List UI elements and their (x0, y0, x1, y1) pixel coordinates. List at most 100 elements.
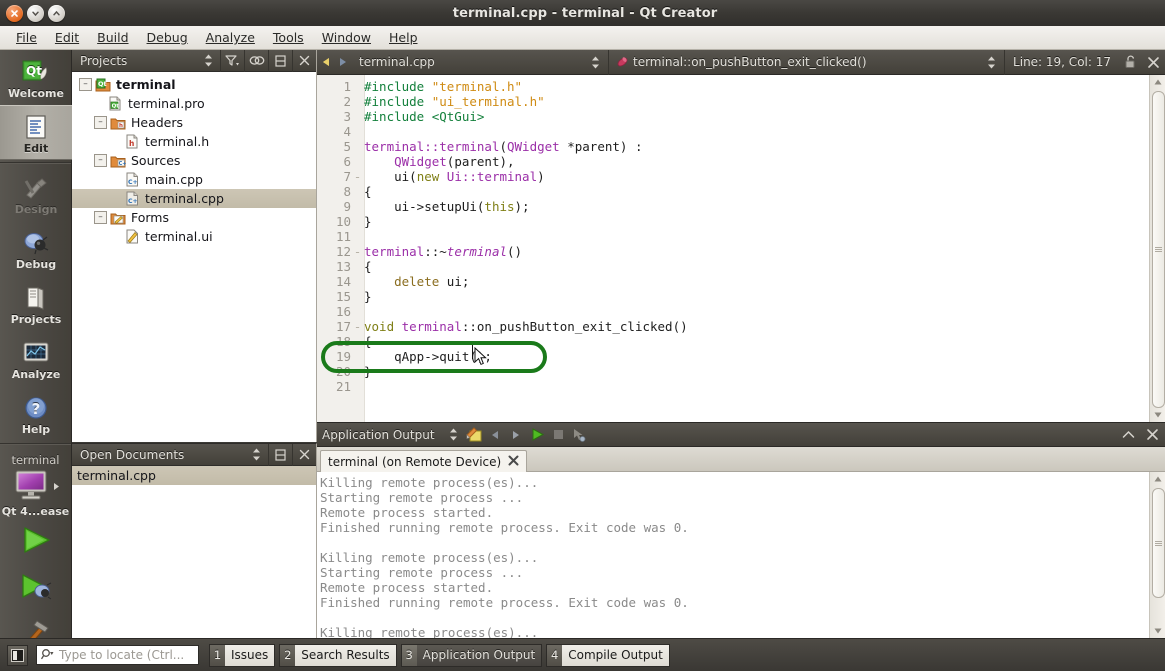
output-button-compile-output[interactable]: 4 Compile Output (546, 643, 670, 667)
tree-item-main-cpp[interactable]: C+ main.cpp (72, 170, 316, 189)
output-text-area[interactable]: Killing remote process(es)... Starting r… (317, 472, 1165, 638)
chevron-up-icon (53, 10, 60, 15)
close-icon[interactable] (292, 49, 316, 72)
menu-analyze[interactable]: Analyze (197, 28, 264, 47)
menu-tools[interactable]: Tools (264, 28, 313, 47)
source-code[interactable]: 1 #include "terminal.h" 2 #include "ui_ter… (317, 75, 688, 394)
window-close-button[interactable] (6, 4, 23, 22)
window-maximize-button[interactable] (48, 4, 65, 22)
output-scrollbar[interactable] (1149, 472, 1165, 638)
tree-item-terminal[interactable]: – Qt terminal (72, 75, 316, 94)
nav-forward-icon[interactable] (334, 50, 351, 75)
scroll-up-arrow-icon[interactable] (1150, 472, 1165, 486)
mode-edit[interactable]: Edit (0, 105, 72, 160)
clear-output-icon[interactable] (464, 422, 485, 447)
tree-item-terminal-h[interactable]: h terminal.h (72, 132, 316, 151)
svg-text:h: h (119, 123, 123, 129)
output-button-number: 2 (280, 644, 296, 666)
chevron-updown-icon (591, 56, 600, 69)
output-scrollbar-thumb[interactable] (1152, 488, 1165, 598)
editor-toolbar: terminal.cpp terminal::on_pushButton_exi… (317, 49, 1165, 75)
tree-item-forms[interactable]: – Forms (72, 208, 316, 227)
output-tab-label: terminal (on Remote Device) (328, 455, 502, 469)
chevron-up-icon[interactable] (1118, 422, 1139, 447)
sidebar-toggle-button[interactable] (7, 644, 28, 666)
open-document-item[interactable]: terminal.cpp (72, 466, 316, 485)
mode-projects-label: Projects (10, 312, 62, 326)
window-minimize-button[interactable] (27, 4, 44, 22)
kit-selector-button[interactable] (0, 469, 71, 504)
output-button-label: Application Output (416, 644, 542, 666)
editor-scrollbar-thumb[interactable] (1152, 91, 1165, 408)
output-panel-header: Application Output (317, 422, 1165, 447)
close-icon[interactable] (292, 443, 316, 466)
sort-updown-icon[interactable] (443, 422, 464, 447)
editor-file-combo[interactable]: terminal.cpp (351, 49, 609, 75)
tree-item-label: main.cpp (145, 172, 203, 187)
tree-item-label: terminal.pro (128, 96, 205, 111)
tree-item-terminal-cpp[interactable]: C+ terminal.cpp (72, 189, 316, 208)
tree-item-label: Sources (131, 153, 181, 168)
menu-window[interactable]: Window (313, 28, 380, 47)
mode-projects[interactable]: Projects (0, 276, 72, 331)
stop-icon[interactable] (548, 422, 569, 447)
sort-updown-icon[interactable] (196, 50, 220, 72)
kit-selector-area: terminal Qt 4...ease (0, 447, 71, 659)
close-icon[interactable] (1139, 422, 1165, 447)
link-sync-icon[interactable] (244, 49, 268, 72)
menu-debug[interactable]: Debug (138, 28, 197, 47)
mode-help[interactable]: ? Help (0, 386, 72, 441)
run-icon[interactable] (527, 422, 548, 447)
tree-expander[interactable]: – (94, 116, 107, 129)
code-viewport[interactable]: 1 #include "terminal.h" 2 #include "ui_ter… (317, 75, 1150, 422)
menu-edit[interactable]: Edit (46, 28, 88, 47)
nav-back-icon[interactable] (317, 50, 334, 75)
prev-item-icon[interactable] (485, 422, 506, 447)
ui-file-icon (124, 229, 140, 244)
run-button[interactable] (0, 518, 71, 565)
close-tab-icon[interactable] (508, 455, 519, 469)
window-title: terminal.cpp - terminal - Qt Creator (452, 5, 718, 21)
next-item-icon[interactable] (506, 422, 527, 447)
kit-expand-arrow-icon (53, 480, 60, 494)
tree-item-headers[interactable]: – h Headers (72, 113, 316, 132)
split-icon[interactable] (268, 443, 292, 466)
output-button-issues[interactable]: 1 Issues (209, 643, 276, 667)
menu-build[interactable]: Build (88, 28, 137, 47)
project-tree[interactable]: – Qt terminal Qt terminal.pro – h Header… (72, 72, 316, 442)
output-text: Killing remote process(es)... Starting r… (320, 475, 689, 638)
mode-debug[interactable]: Debug (0, 221, 72, 276)
monitor-graph-icon (22, 338, 50, 368)
locator-input[interactable]: Type to locate (Ctrl... (36, 645, 199, 665)
attach-icon[interactable] (569, 422, 590, 447)
menu-help[interactable]: Help (380, 28, 427, 47)
output-tab-terminal[interactable]: terminal (on Remote Device) (320, 450, 528, 473)
run-green-triangle-icon (19, 525, 53, 558)
filter-icon[interactable] (220, 49, 244, 72)
tree-expander[interactable]: – (94, 211, 107, 224)
scroll-down-arrow-icon[interactable] (1150, 624, 1165, 638)
sort-updown-icon[interactable] (244, 444, 268, 466)
tree-expander[interactable]: – (94, 154, 107, 167)
tree-item-terminal-ui[interactable]: terminal.ui (72, 227, 316, 246)
tree-item-sources[interactable]: – C+ Sources (72, 151, 316, 170)
scroll-up-arrow-icon[interactable] (1150, 75, 1165, 89)
tree-expander[interactable]: – (79, 78, 92, 91)
mode-separator-2 (0, 443, 71, 445)
output-button-search-results[interactable]: 2 Search Results (279, 643, 397, 667)
projects-panel: Projects – Qt terminal Qt terminal.pro –… (72, 49, 317, 442)
editor-scrollbar[interactable] (1149, 75, 1165, 422)
scroll-down-arrow-icon[interactable] (1150, 408, 1165, 422)
unlocked-padlock-icon[interactable] (1119, 50, 1141, 75)
close-icon[interactable] (1141, 50, 1165, 75)
menu-file[interactable]: File (7, 28, 46, 47)
output-button-application-output[interactable]: 3 Application Output (400, 643, 543, 667)
search-icon (41, 648, 56, 663)
editor-text-area[interactable]: 1 #include "terminal.h" 2 #include "ui_ter… (317, 75, 1165, 422)
editor-symbol-combo[interactable]: terminal::on_pushButton_exit_clicked() (609, 49, 1006, 75)
split-icon[interactable] (268, 49, 292, 72)
tree-item-terminal-pro[interactable]: Qt terminal.pro (72, 94, 316, 113)
start-debugging-button[interactable] (0, 565, 71, 612)
mode-welcome[interactable]: Qt Welcome (0, 50, 72, 105)
mode-analyze[interactable]: Analyze (0, 331, 72, 386)
